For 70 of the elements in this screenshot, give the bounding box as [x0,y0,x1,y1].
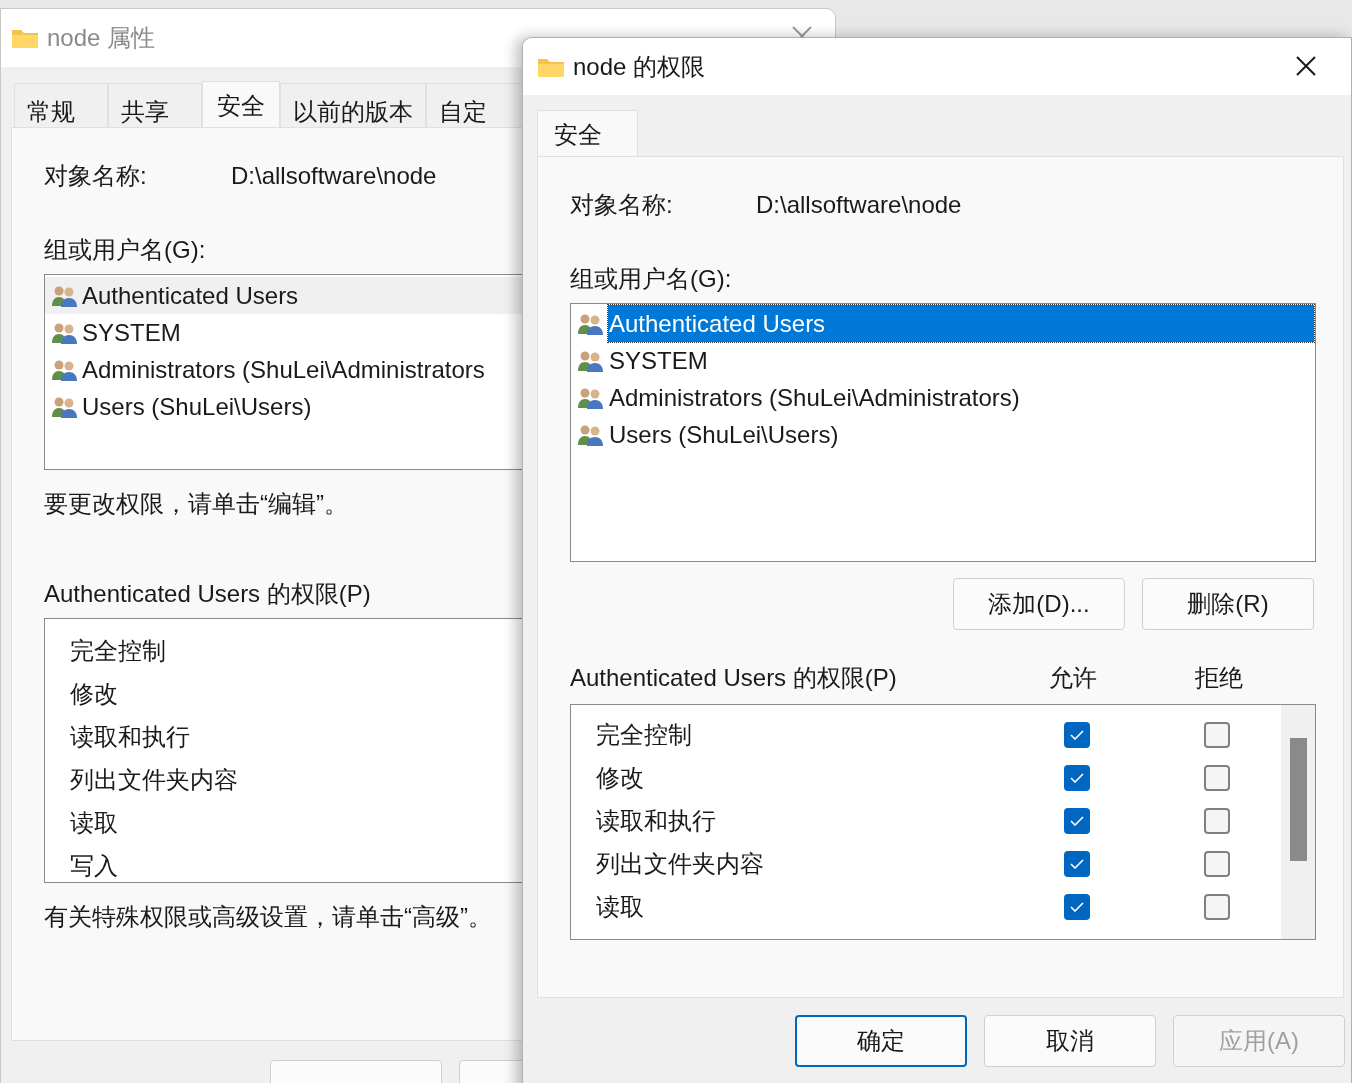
button[interactable]: 删除(R) [1142,578,1314,630]
user-group-name[interactable]: Administrators (ShuLei\Administrators [82,351,485,388]
button[interactable]: 取消 [984,1015,1156,1067]
button[interactable]: 确定 [795,1015,967,1067]
object-name-value: D:\allsoftware\node [756,190,962,220]
tab[interactable]: 以前的版本 [280,83,426,127]
object-name-label: 对象名称: [570,190,674,220]
checkbox[interactable] [1204,893,1230,920]
folder-icon [11,27,39,49]
window-title: node 属性 [47,23,156,53]
permission-name: 读取 [70,808,118,838]
groups-list[interactable]: Authenticated Users SYSTEM Administrators (ShuLei\Administrators) Users (ShuLei\Users) [570,303,1316,562]
check-icon [1070,858,1084,869]
user-group-name[interactable]: Users (ShuLei\Users) [82,388,312,425]
tab[interactable]: 安全 [537,110,638,156]
permission-name: 完全控制 [596,719,693,750]
checkbox[interactable] [1064,721,1090,748]
permission-name: 完全控制 [70,636,166,666]
edit-hint: 要更改权限，请单击“编辑”。 [44,489,348,519]
users-icon [578,349,604,372]
checkbox[interactable] [1204,850,1230,877]
user-group-name[interactable]: Administrators (ShuLei\Administrators) [608,379,1314,416]
users-icon [578,423,604,446]
checkbox[interactable] [1064,807,1090,834]
permission-name: 读取和执行 [596,805,717,836]
permission-name: 修改 [596,762,645,793]
close-icon[interactable] [1295,55,1317,77]
user-group-name[interactable]: Authenticated Users [82,277,299,314]
scrollbar[interactable] [1281,705,1315,939]
permission-name: 写入 [70,851,118,881]
check-icon [1070,815,1084,826]
check-icon [1070,772,1084,783]
check-icon [1070,901,1084,912]
user-group-name[interactable]: Users (ShuLei\Users) [608,416,1314,453]
users-icon [52,358,78,381]
users-icon [578,386,604,409]
checkbox[interactable] [1204,721,1230,748]
checkbox[interactable] [1064,893,1090,920]
permission-name: 修改 [70,679,118,709]
groups-label: 组或用户名(G): [570,264,733,294]
tab[interactable]: 安全 [202,81,280,127]
advanced-hint: 有关特殊权限或高级设置，请单击“高级”。 [44,902,492,932]
permissions-label: Authenticated Users 的权限(P) [44,579,371,609]
checkbox[interactable] [1204,807,1230,834]
user-group-name[interactable]: SYSTEM [608,342,1314,379]
users-icon [52,284,78,307]
permission-name: 读取和执行 [70,722,190,752]
button[interactable]: 添加(D)... [953,578,1125,630]
checkbox[interactable] [1064,764,1090,791]
users-icon [52,395,78,418]
users-icon [52,321,78,344]
user-group-name[interactable]: Authenticated Users [608,305,1314,342]
checkbox[interactable] [1204,764,1230,791]
tab[interactable]: 共享 [108,83,202,127]
check-icon [1070,729,1084,740]
permission-name: 读取 [596,891,645,922]
object-name-label: 对象名称: [44,161,148,191]
permission-name: 列出文件夹内容 [70,765,238,795]
window-title: node 的权限 [573,51,706,82]
users-icon [578,312,604,335]
user-group-name[interactable]: SYSTEM [82,314,181,351]
tab[interactable]: 常规 [14,83,108,127]
allow-column-header: 允许 [1048,663,1098,693]
permission-name: 列出文件夹内容 [596,848,765,879]
permissions-label: Authenticated Users 的权限(P) [570,663,898,693]
scrollbar-thumb[interactable] [1290,738,1307,861]
object-name-value: D:\allsoftware\node [231,161,437,191]
checkbox[interactable] [1064,850,1090,877]
groups-label: 组或用户名(G): [44,235,207,265]
deny-column-header: 拒绝 [1194,663,1244,693]
